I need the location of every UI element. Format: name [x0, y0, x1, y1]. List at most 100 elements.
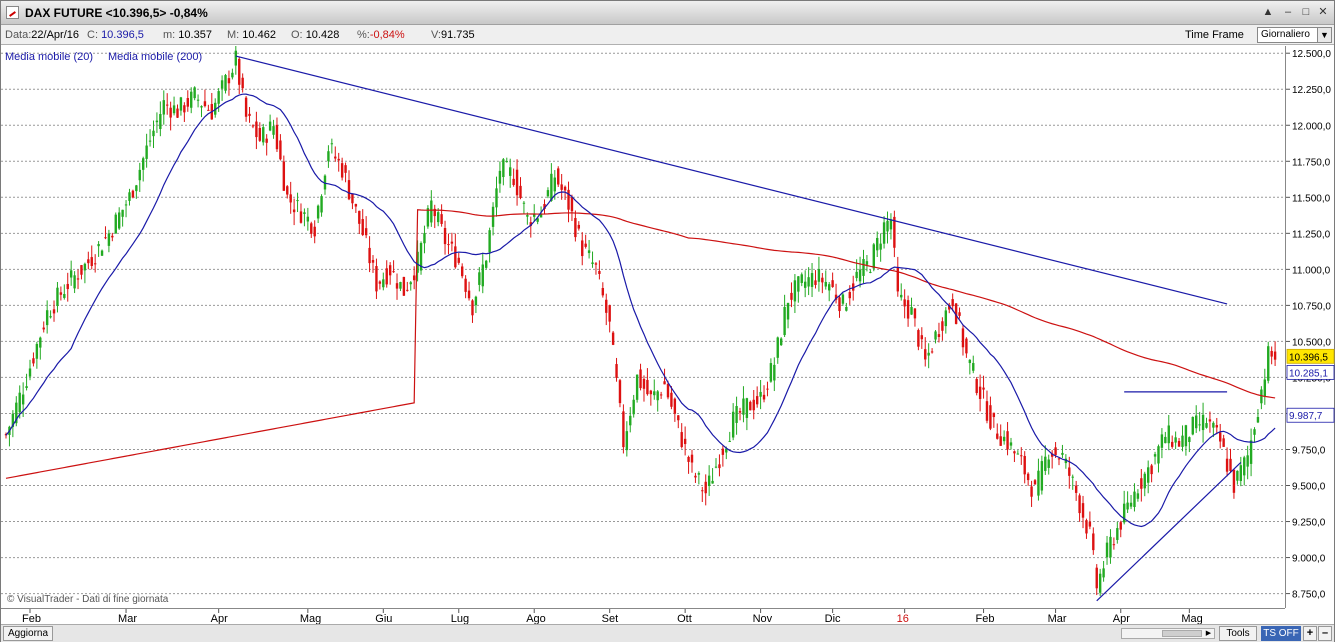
pin-icon[interactable]: ▲ — [1260, 5, 1276, 20]
candle-body — [364, 228, 368, 236]
candle-body — [639, 369, 642, 389]
zoom-out-button[interactable]: – — [1318, 626, 1332, 641]
maximize-button[interactable]: □ — [1298, 5, 1314, 20]
candle-body — [978, 386, 982, 399]
candle-body — [474, 296, 478, 306]
candle-body — [87, 259, 90, 264]
candle-body — [848, 292, 851, 299]
candle-body — [145, 145, 148, 159]
candle-body — [1249, 440, 1253, 464]
candle-body — [32, 358, 35, 364]
candle-body — [1198, 424, 1201, 426]
candle-body — [1013, 451, 1016, 454]
candle-body — [25, 386, 28, 389]
candle-body — [316, 205, 320, 219]
candle-body — [73, 275, 76, 289]
candle-body — [412, 275, 416, 281]
candle-body — [1229, 458, 1232, 471]
candle-body — [330, 143, 334, 145]
candle-body — [97, 244, 100, 247]
candle-body — [1023, 455, 1026, 475]
candle-body — [114, 214, 117, 234]
candle-body — [522, 202, 526, 204]
candle-body — [485, 260, 488, 268]
candle-body — [714, 466, 718, 468]
chevron-down-icon[interactable]: ▼ — [1317, 28, 1331, 42]
candle-body — [66, 283, 69, 290]
candle-body — [176, 108, 179, 118]
candle-body — [1074, 485, 1078, 493]
candle-body — [488, 230, 491, 253]
price-tag-label: 10.285,1 — [1289, 368, 1328, 379]
candle-body — [45, 310, 49, 326]
close-button[interactable]: ✕ — [1315, 5, 1331, 20]
info-max: M: 10.462 — [227, 29, 276, 41]
candle-body — [265, 138, 268, 143]
candle-body — [821, 277, 824, 283]
candle-body — [282, 161, 286, 191]
candle-body — [797, 276, 800, 292]
candle-body — [879, 243, 882, 250]
candle-body — [69, 270, 73, 278]
candle-body — [790, 292, 793, 300]
ts-off-button[interactable]: TS OFF — [1261, 626, 1301, 641]
candle-body — [1236, 470, 1239, 481]
candle-body — [430, 200, 433, 223]
candle-body — [1078, 495, 1081, 514]
candle-body — [625, 431, 629, 451]
horizontal-scrollbar[interactable]: ▶ — [1121, 628, 1215, 639]
candle-body — [1102, 568, 1105, 578]
candle-body — [1157, 446, 1160, 464]
minimize-button[interactable]: – — [1280, 5, 1296, 20]
candle-body — [704, 481, 707, 494]
candle-body — [59, 292, 63, 295]
candle-body — [502, 159, 505, 178]
candle-body — [447, 244, 450, 246]
candle-body — [1225, 458, 1229, 472]
candle-body — [690, 454, 694, 463]
candle-body — [1246, 455, 1249, 467]
candle-body — [467, 290, 471, 299]
candle-body — [450, 241, 454, 244]
candle-body — [231, 72, 234, 78]
candle-body — [190, 91, 193, 108]
candle-body — [869, 271, 872, 273]
candle-body — [385, 268, 388, 285]
candle-body — [49, 316, 52, 318]
y-tick-label: 12.000,0 — [1292, 121, 1331, 132]
tools-button[interactable]: Tools — [1219, 626, 1257, 641]
candle-body — [436, 212, 440, 223]
candle-body — [1167, 425, 1170, 444]
scroll-right-icon[interactable]: ▶ — [1203, 629, 1214, 638]
timeframe-select[interactable]: Giornaliero ▼ — [1257, 27, 1332, 43]
scrollbar-thumb[interactable] — [1162, 630, 1202, 637]
candle-body — [457, 257, 460, 263]
candle-body — [378, 281, 382, 284]
candle-body — [992, 412, 996, 418]
candle-body — [570, 197, 574, 212]
candle-body — [718, 464, 721, 469]
price-chart[interactable]: Media mobile (20) Media mobile (200) © V… — [1, 46, 1285, 608]
candle-body — [111, 235, 114, 238]
candle-body — [958, 312, 961, 316]
candle-body — [601, 288, 605, 296]
candle-body — [886, 220, 889, 232]
candle-body — [731, 411, 735, 438]
candle-body — [279, 140, 282, 160]
candle-body — [920, 335, 924, 340]
candle-body — [591, 262, 594, 265]
candle-body — [255, 121, 258, 138]
candle-body — [515, 169, 519, 196]
candle-body — [251, 125, 255, 127]
candle-body — [244, 97, 248, 117]
candle-body — [93, 263, 97, 265]
candle-body — [996, 433, 999, 439]
zoom-in-button[interactable]: + — [1303, 626, 1317, 641]
candle-body — [142, 158, 145, 170]
candle-body — [347, 180, 351, 200]
candle-body — [779, 338, 783, 346]
refresh-button[interactable]: Aggiorna — [3, 626, 54, 641]
candle-body — [1009, 442, 1013, 446]
candle-body — [663, 381, 666, 385]
candle-body — [526, 215, 529, 217]
